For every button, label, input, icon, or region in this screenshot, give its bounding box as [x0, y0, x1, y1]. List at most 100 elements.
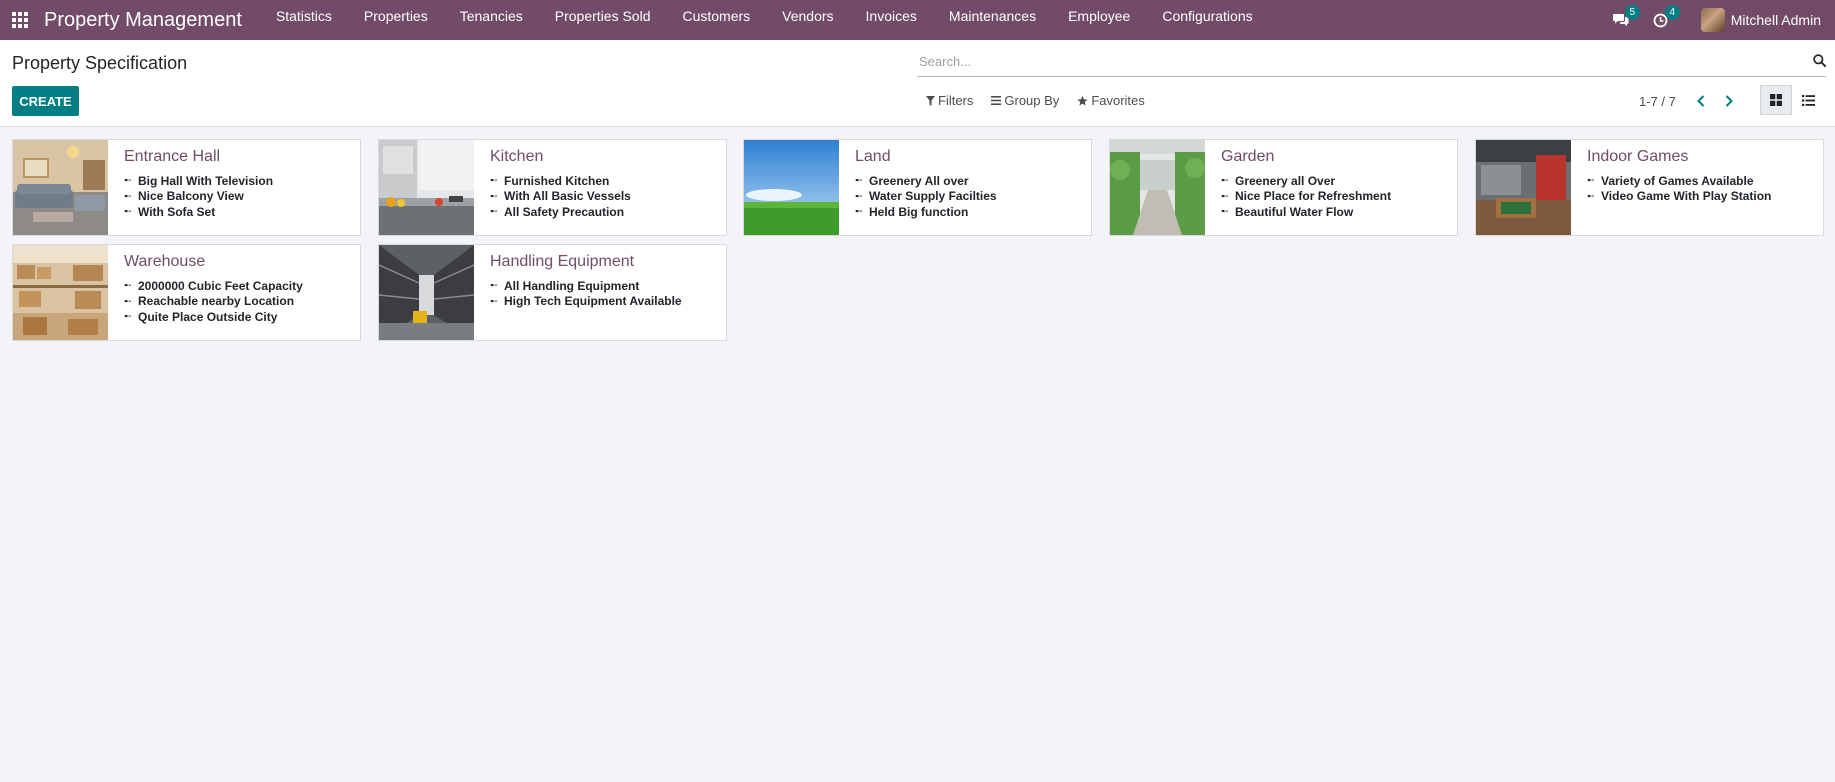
arrow-icon: ➸: [855, 190, 863, 201]
card-body: Warehouse ➸ 2000000 Cubic Feet Capacity ➸…: [124, 253, 354, 325]
feature-item: ➸ With Sofa Set: [124, 204, 354, 220]
kanban-card-indoor-games[interactable]: Indoor Games ➸ Variety of Games Available…: [1475, 139, 1824, 236]
list-icon: [1801, 94, 1815, 106]
feature-item: ➸ Greenery all Over: [1221, 173, 1451, 189]
feature-label: Reachable nearby Location: [138, 294, 295, 309]
kanban-card-garden[interactable]: Garden ➸ Greenery all Over ➸ Nice Place fo…: [1109, 139, 1458, 236]
feature-label: Video Game With Play Station: [1601, 189, 1772, 204]
feature-label: With All Basic Vessels: [504, 189, 631, 204]
search-bar: [917, 48, 1826, 77]
messages-button[interactable]: 5: [1601, 0, 1641, 40]
card-title: Warehouse: [124, 253, 206, 270]
filter-icon: [926, 95, 935, 106]
chevron-left-icon: [1696, 95, 1705, 107]
arrow-icon: ➸: [124, 175, 132, 186]
feature-label: Nice Balcony View: [138, 189, 244, 204]
card-title: Land: [855, 148, 891, 165]
user-menu[interactable]: Mitchell Admin: [1700, 8, 1821, 32]
feature-label: Furnished Kitchen: [504, 173, 610, 188]
menu-item-configurations[interactable]: Configurations: [1146, 0, 1268, 40]
avatar: [1700, 8, 1725, 32]
arrow-icon: ➸: [490, 206, 498, 217]
menu-item-customers[interactable]: Customers: [666, 0, 766, 40]
feature-label: Nice Place for Refreshment: [1235, 189, 1392, 204]
star-icon: [1077, 95, 1088, 105]
group-by-button[interactable]: Group By: [991, 93, 1059, 108]
arrow-icon: ➸: [1587, 190, 1595, 201]
feature-label: Beautiful Water Flow: [1235, 204, 1354, 219]
forklift-aisle-photo: [379, 245, 474, 340]
feature-item: ➸ Nice Place for Refreshment: [1221, 189, 1451, 205]
arrow-icon: ➸: [124, 206, 132, 217]
kanban-card-land[interactable]: Land ➸ Greenery All over ➸ Water Supply Fa…: [743, 139, 1092, 236]
activities-button[interactable]: 4: [1641, 0, 1681, 40]
filters-button[interactable]: Filters: [926, 93, 973, 108]
feature-label: All Handling Equipment: [504, 278, 640, 293]
create-button[interactable]: CREATE: [12, 86, 79, 116]
messages-count-badge: 5: [1624, 5, 1640, 20]
arrow-icon: ➸: [1221, 175, 1229, 186]
filters-label: Filters: [938, 93, 974, 108]
feature-item: ➸ Nice Balcony View: [124, 189, 354, 205]
list-view-button[interactable]: [1792, 85, 1824, 115]
search-icon[interactable]: [1813, 54, 1826, 67]
feature-label: All Safety Precaution: [504, 204, 625, 219]
apps-menu-icon[interactable]: [0, 0, 40, 40]
feature-item: ➸ Furnished Kitchen: [490, 173, 720, 189]
feature-item: ➸ High Tech Equipment Available: [490, 294, 720, 310]
systray: 5 4 Mitchell Admin: [1601, 0, 1835, 40]
arrow-icon: ➸: [855, 175, 863, 186]
pager-previous-button[interactable]: [1690, 91, 1712, 111]
card-body: Handling Equipment ➸ All Handling Equipme…: [490, 253, 720, 309]
card-body: Land ➸ Greenery All over ➸ Water Supply Fa…: [855, 148, 1085, 220]
menu-item-statistics[interactable]: Statistics: [260, 0, 348, 40]
menu-item-properties-sold[interactable]: Properties Sold: [539, 0, 667, 40]
feature-item: ➸ Video Game With Play Station: [1587, 189, 1817, 205]
grid-icon: [1770, 94, 1782, 106]
user-name: Mitchell Admin: [1730, 12, 1821, 28]
card-title: Indoor Games: [1587, 148, 1689, 165]
feature-label: Quite Place Outside City: [138, 309, 278, 324]
kanban-card-kitchen[interactable]: Kitchen ➸ Furnished Kitchen ➸ With All Bas…: [378, 139, 727, 236]
favorites-label: Favorites: [1091, 93, 1145, 108]
control-panel: Property Specification CREATE Filters Gr…: [0, 40, 1835, 127]
feature-label: High Tech Equipment Available: [504, 294, 682, 309]
menu-item-vendors[interactable]: Vendors: [766, 0, 849, 40]
menu-item-employee[interactable]: Employee: [1052, 0, 1146, 40]
arrow-icon: ➸: [1221, 206, 1229, 217]
card-title: Kitchen: [490, 148, 544, 165]
arrow-icon: ➸: [1587, 175, 1595, 186]
menu-item-maintenances[interactable]: Maintenances: [933, 0, 1052, 40]
activities-count-badge: 4: [1664, 5, 1680, 20]
warehouse-boxes-photo: [13, 245, 108, 340]
game-room-photo: [1476, 140, 1571, 235]
feature-label: 2000000 Cubic Feet Capacity: [138, 278, 303, 293]
app-brand[interactable]: Property Management: [44, 9, 242, 32]
kanban-view-button[interactable]: [1760, 85, 1792, 115]
feature-item: ➸ Greenery All over: [855, 173, 1085, 189]
kanban-card-warehouse[interactable]: Warehouse ➸ 2000000 Cubic Feet Capacity ➸…: [12, 244, 361, 341]
menu-item-properties[interactable]: Properties: [348, 0, 444, 40]
pager-value[interactable]: 1-7 / 7: [1639, 94, 1676, 109]
arrow-icon: ➸: [490, 295, 498, 306]
feature-item: ➸ Variety of Games Available: [1587, 173, 1817, 189]
kanban-card-entrance-hall[interactable]: Entrance Hall ➸ Big Hall With Television …: [12, 139, 361, 236]
card-body: Indoor Games ➸ Variety of Games Available…: [1587, 148, 1817, 204]
feature-item: ➸ All Safety Precaution: [490, 204, 720, 220]
search-input[interactable]: [917, 48, 1787, 75]
menu-item-tenancies[interactable]: Tenancies: [444, 0, 539, 40]
card-body: Kitchen ➸ Furnished Kitchen ➸ With All Bas…: [490, 148, 720, 220]
feature-label: Variety of Games Available: [1601, 173, 1754, 188]
search-options: Filters Group By Favorites: [926, 93, 1163, 108]
card-body: Garden ➸ Greenery all Over ➸ Nice Place fo…: [1221, 148, 1451, 220]
feature-item: ➸ Held Big function: [855, 204, 1085, 220]
feature-item: ➸ With All Basic Vessels: [490, 189, 720, 205]
chevron-right-icon: [1725, 95, 1733, 107]
arrow-icon: ➸: [1221, 190, 1229, 201]
favorites-button[interactable]: Favorites: [1077, 93, 1145, 108]
menu-item-invoices[interactable]: Invoices: [850, 0, 933, 40]
feature-label: Water Supply Facilties: [869, 189, 997, 204]
kanban-card-handling-equipment[interactable]: Handling Equipment ➸ All Handling Equipme…: [378, 244, 727, 341]
pager-next-button[interactable]: [1718, 91, 1740, 111]
page-title: Property Specification: [12, 53, 188, 73]
